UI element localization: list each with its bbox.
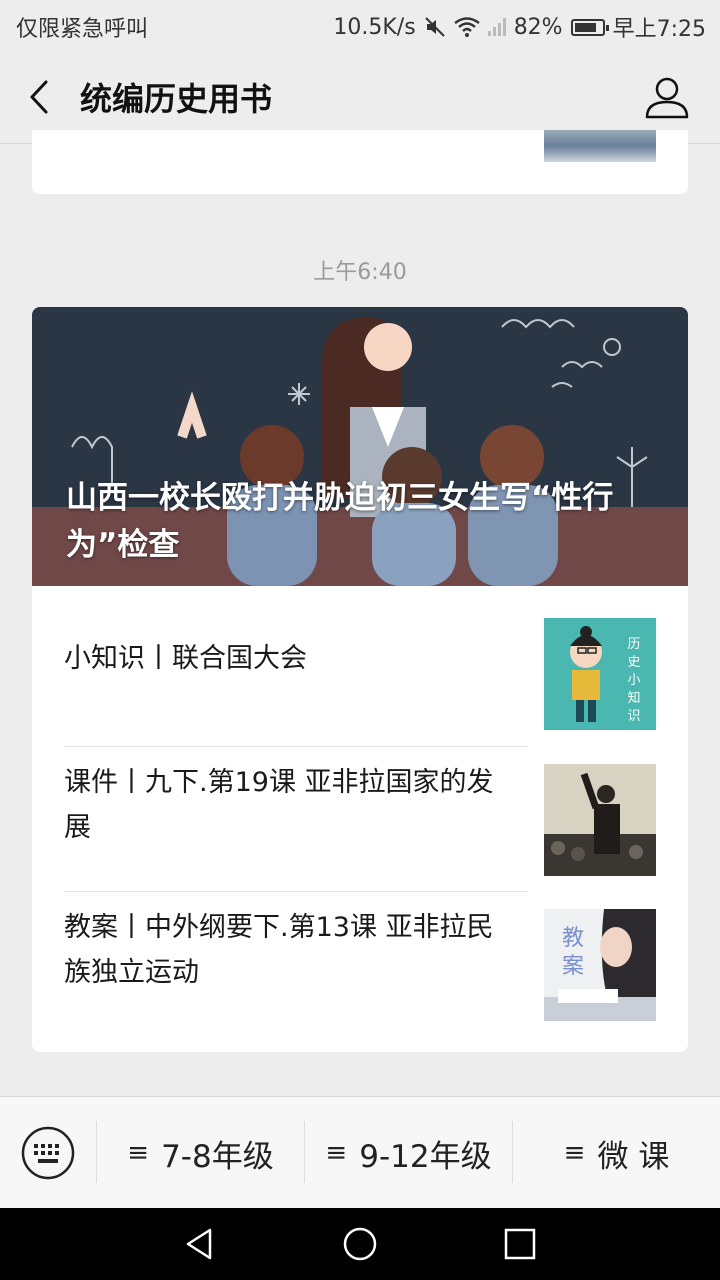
message-timestamp: 上午6:40	[313, 260, 407, 285]
article-thumbnail	[544, 130, 656, 162]
back-chevron-icon[interactable]	[20, 72, 64, 122]
menu-button-grade-7-8[interactable]: ≡ 7-8年级	[97, 1097, 304, 1209]
recents-square-icon[interactable]	[500, 1224, 540, 1264]
page-title: 统编历史用书	[80, 80, 273, 118]
mute-icon	[424, 17, 445, 37]
status-bar: 仅限紧急呼叫 10.5K/s 82% 早上7:25	[0, 0, 720, 50]
keyboard-icon[interactable]	[20, 1125, 76, 1181]
article-title: 教案丨中外纲要下.第13课 亚非拉民族独立运动	[64, 911, 494, 988]
battery-icon	[570, 18, 609, 36]
menu-lines-icon: ≡	[127, 1138, 150, 1168]
svg-text:教: 教	[562, 926, 584, 951]
system-navigation-bar	[0, 1208, 720, 1280]
wifi-icon	[453, 17, 480, 37]
network-speed: 10.5K/s	[333, 14, 416, 40]
bottom-menu-bar: ≡ 7-8年级 ≡ 9-12年级 ≡ 微 课	[0, 1096, 720, 1208]
clock: 早上7:25	[612, 17, 706, 42]
menu-button-grade-9-12[interactable]: ≡ 9-12年级	[305, 1097, 512, 1209]
home-circle-icon[interactable]	[340, 1224, 380, 1264]
signal-icon	[487, 18, 506, 36]
article-item-2[interactable]: 课件丨九下.第19课 亚非拉国家的发展	[64, 732, 656, 877]
svg-text:识: 识	[627, 709, 640, 724]
svg-text:小: 小	[627, 673, 640, 688]
menu-button-label: 9-12年级	[359, 1138, 492, 1175]
article-thumbnail: 历 史 小 知 识	[544, 618, 656, 730]
thumb-text: 历	[627, 637, 640, 652]
svg-text:知: 知	[627, 690, 640, 706]
svg-text:案: 案	[562, 954, 584, 979]
svg-text:史: 史	[627, 655, 640, 670]
menu-button-micro-course[interactable]: ≡ 微 课	[513, 1097, 720, 1209]
article-title: 课件丨九下.第19课 亚非拉国家的发展	[64, 766, 494, 843]
menu-lines-icon: ≡	[563, 1138, 586, 1168]
article-item-1[interactable]: 小知识丨联合国大会 历 史 小 知 识	[64, 586, 656, 731]
previous-article-card[interactable]	[32, 130, 688, 194]
headline-title: 山西一校长殴打并胁迫初三女生写“性行为”检查	[66, 480, 614, 563]
article-thumbnail	[544, 764, 656, 876]
headline-article[interactable]: 山西一校长殴打并胁迫初三女生写“性行为”检查	[32, 307, 688, 586]
carrier-text: 仅限紧急呼叫	[16, 17, 149, 42]
back-triangle-icon[interactable]	[180, 1224, 220, 1264]
article-thumbnail: 教 案	[544, 909, 656, 1021]
menu-button-label: 微 课	[597, 1138, 670, 1175]
menu-lines-icon: ≡	[325, 1138, 348, 1168]
person-icon[interactable]	[644, 74, 690, 120]
article-item-3[interactable]: 教案丨中外纲要下.第13课 亚非拉民族独立运动 教 案	[64, 877, 656, 1022]
battery-percent: 82%	[513, 14, 563, 40]
article-title: 小知识丨联合国大会	[64, 643, 307, 674]
article-card: 山西一校长殴打并胁迫初三女生写“性行为”检查 小知识丨联合国大会 历 史 小 知…	[32, 307, 688, 1052]
menu-button-label: 7-8年级	[161, 1138, 274, 1175]
